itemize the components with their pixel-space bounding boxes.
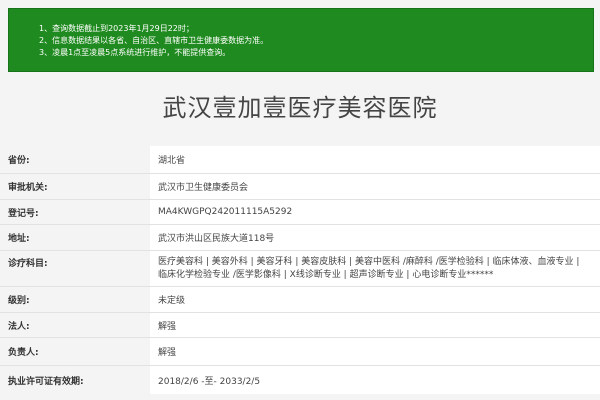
field-value: 未定级 [150,287,600,312]
field-value: 武汉市卫生健康委员会 [150,174,600,199]
field-label: 省份: [8,156,30,166]
field-value: 解强 [150,338,600,365]
field-value: 2018/2/6 -至- 2033/2/5 [150,366,600,394]
field-value: 武汉市洪山区民族大道118号 [150,225,600,250]
notice-line-2: 2、信息数据结果以各省、自治区、直辖市卫生健康委数据为准。 [39,36,269,45]
row-license-validity: 执业许可证有效期: 2018/2/6 -至- 2033/2/5 [0,365,600,394]
hospital-title: 武汉壹加壹医疗美容医院 [162,94,438,122]
field-label: 审批机关: [8,183,48,193]
field-label: 登记号: [8,208,39,219]
notice-line-1: 1、查询数据截止到2023年1月29日22时； [39,24,194,33]
row-level: 级别: 未定级 [0,286,600,312]
info-table: 省份: 湖北省 审批机关: 武汉市卫生健康委员会 登记号: MA4KWGPQ24… [0,146,600,394]
field-value: 湖北省 [150,146,600,173]
notice-line-3: 3、凌晨1点至凌晨5点系统进行维护，不能提供查询。 [39,48,231,57]
field-label: 级别: [8,296,30,306]
field-value: 解强 [150,313,600,337]
field-label: 地址: [8,234,30,244]
field-label: 诊疗科目: [8,259,48,269]
field-value: MA4KWGPQ242011115A5292 [150,200,600,224]
row-province: 省份: 湖北省 [0,146,600,173]
field-label: 法人: [8,321,30,332]
field-value: 医疗美容科 | 美容外科 | 美容牙科 | 美容皮肤科 | 美容中医科 /麻醉科… [150,251,600,286]
row-legal-representative: 法人: 解强 [0,312,600,337]
field-label: 执业许可证有效期: [8,376,84,387]
row-approval-authority: 审批机关: 武汉市卫生健康委员会 [0,173,600,199]
notice-banner: 1、查询数据截止到2023年1月29日22时； 2、信息数据结果以各省、自治区、… [8,8,594,72]
field-label: 负责人: [8,348,39,358]
row-registration-number: 登记号: MA4KWGPQ242011115A5292 [0,199,600,224]
row-address: 地址: 武汉市洪山区民族大道118号 [0,224,600,250]
row-departments: 诊疗科目: 医疗美容科 | 美容外科 | 美容牙科 | 美容皮肤科 | 美容中医… [0,250,600,286]
row-person-in-charge: 负责人: 解强 [0,337,600,365]
